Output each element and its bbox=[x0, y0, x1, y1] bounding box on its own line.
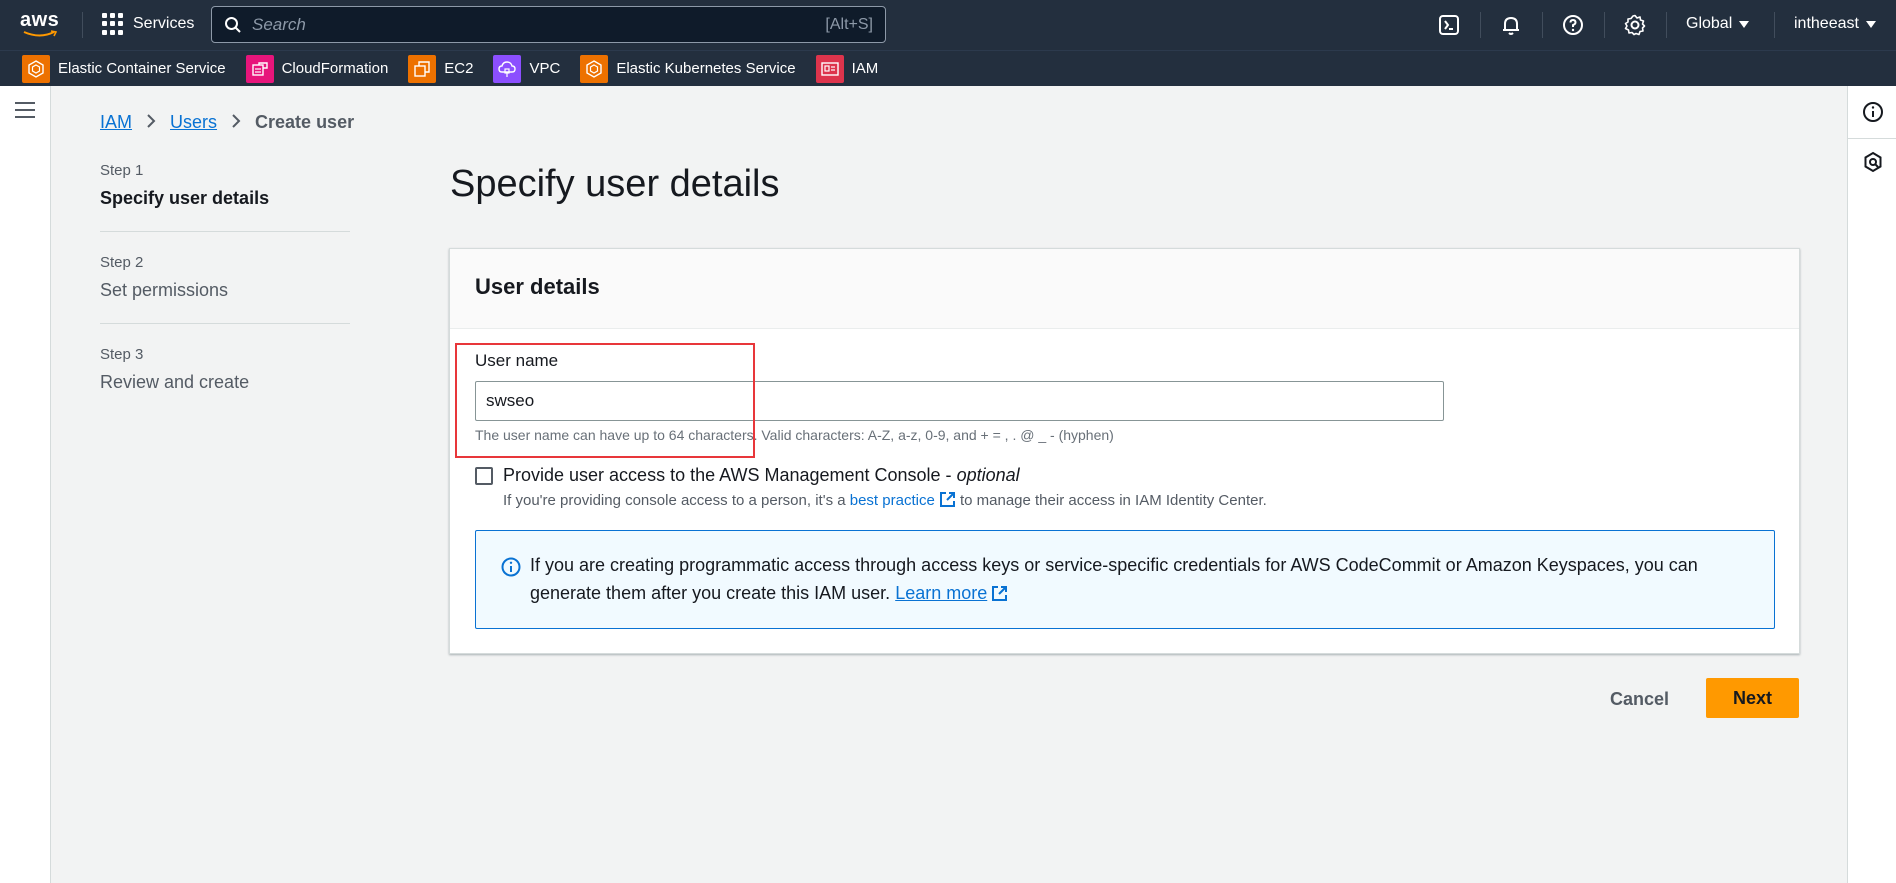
caret-down-icon bbox=[1739, 20, 1750, 28]
step-number: Step 2 bbox=[100, 254, 144, 271]
chevron-right-icon bbox=[231, 112, 241, 133]
amazon-q-icon[interactable] bbox=[1861, 150, 1885, 174]
search-shortcut: [Alt+S] bbox=[825, 15, 873, 33]
step-1: Step 1 Specify user details bbox=[100, 162, 350, 232]
eks-service-icon bbox=[580, 54, 609, 83]
console-access-description: If you're providing console access to a … bbox=[503, 492, 1267, 509]
search-icon bbox=[225, 16, 241, 33]
breadcrumb-iam-link[interactable]: IAM bbox=[100, 112, 132, 133]
favorite-label: Elastic Container Service bbox=[58, 60, 226, 77]
notifications-bell-icon[interactable] bbox=[1499, 13, 1523, 37]
iam-service-icon bbox=[815, 54, 844, 83]
services-grid-icon bbox=[102, 13, 124, 35]
right-tools-strip bbox=[1847, 86, 1896, 883]
ecs-service-icon bbox=[22, 54, 50, 83]
ec2-service-icon bbox=[408, 54, 437, 83]
step-label: Review and create bbox=[100, 372, 250, 392]
info-alert: If you are creating programmatic access … bbox=[475, 530, 1775, 629]
hamburger-menu-icon[interactable] bbox=[15, 102, 35, 118]
vpc-service-icon bbox=[493, 54, 522, 83]
breadcrumb: IAM Users Create user bbox=[100, 112, 354, 133]
left-navigation-strip bbox=[0, 86, 51, 883]
username-input[interactable] bbox=[475, 381, 1444, 421]
step-number: Step 1 bbox=[100, 162, 144, 179]
region-label: Global bbox=[1686, 15, 1733, 32]
favorite-label: EC2 bbox=[444, 60, 474, 77]
divider bbox=[1848, 138, 1896, 139]
caret-down-icon bbox=[1865, 20, 1876, 28]
aws-smile-icon bbox=[23, 30, 57, 37]
step-label: Set permissions bbox=[100, 280, 229, 300]
console-access-option: Provide user access to the AWS Managemen… bbox=[475, 465, 1267, 509]
favorite-label: CloudFormation bbox=[281, 60, 389, 77]
console-access-label: Provide user access to the AWS Managemen… bbox=[503, 465, 1020, 485]
search-bar[interactable]: Search [Alt+S] bbox=[211, 6, 886, 43]
best-practice-link[interactable]: best practice bbox=[850, 492, 956, 509]
step-number: Step 3 bbox=[100, 346, 144, 363]
region-selector[interactable]: Global bbox=[1686, 15, 1750, 33]
breadcrumb-current: Create user bbox=[255, 112, 355, 132]
optional-label: optional bbox=[956, 465, 1020, 485]
favorite-eks[interactable]: Elastic Kubernetes Service bbox=[580, 54, 796, 83]
favorite-vpc[interactable]: VPC bbox=[493, 54, 561, 83]
nav-divider bbox=[1774, 12, 1775, 38]
help-icon[interactable] bbox=[1561, 13, 1585, 37]
nav-divider bbox=[1480, 12, 1481, 38]
services-menu-button[interactable]: Services bbox=[102, 13, 194, 35]
wizard-steps: Step 1 Specify user details Step 2 Set p… bbox=[100, 162, 350, 437]
learn-more-link[interactable]: Learn more bbox=[895, 583, 1008, 603]
favorites-bar: Elastic Container Service CloudFormation… bbox=[0, 50, 1896, 86]
user-details-card: User details User name The user name can… bbox=[449, 248, 1800, 654]
info-alert-text: If you are creating programmatic access … bbox=[530, 555, 1698, 603]
breadcrumb-users-link[interactable]: Users bbox=[170, 112, 217, 133]
favorite-label: VPC bbox=[529, 60, 561, 77]
settings-gear-icon[interactable] bbox=[1623, 13, 1647, 37]
chevron-right-icon bbox=[146, 112, 156, 133]
step-label: Specify user details bbox=[100, 188, 270, 208]
favorite-label: IAM bbox=[851, 60, 879, 77]
card-header: User details bbox=[450, 249, 1799, 329]
console-access-checkbox[interactable] bbox=[475, 467, 493, 485]
aws-logo-text: aws bbox=[20, 9, 60, 31]
info-panel-icon[interactable] bbox=[1861, 100, 1885, 124]
cloudformation-service-icon bbox=[245, 54, 274, 83]
info-icon bbox=[501, 557, 521, 577]
favorite-cloudformation[interactable]: CloudFormation bbox=[245, 54, 389, 83]
aws-logo[interactable]: aws bbox=[20, 10, 64, 40]
username-hint: The user name can have up to 64 characte… bbox=[475, 427, 1114, 443]
favorite-label: Elastic Kubernetes Service bbox=[616, 60, 796, 77]
cloudshell-icon[interactable] bbox=[1437, 13, 1461, 37]
step-2: Step 2 Set permissions bbox=[100, 254, 350, 324]
external-link-icon bbox=[939, 492, 955, 507]
page-title: Specify user details bbox=[450, 163, 780, 205]
external-link-icon bbox=[992, 586, 1008, 601]
username-label: User name bbox=[475, 351, 559, 370]
account-label: intheeast bbox=[1794, 15, 1859, 32]
search-input[interactable]: Search bbox=[252, 15, 825, 35]
card-title: User details bbox=[475, 274, 600, 299]
step-3: Step 3 Review and create bbox=[100, 346, 350, 415]
favorite-ecs[interactable]: Elastic Container Service bbox=[22, 54, 226, 83]
nav-divider bbox=[1666, 12, 1667, 38]
nav-divider bbox=[1542, 12, 1543, 38]
nav-divider bbox=[82, 12, 83, 38]
services-label: Services bbox=[133, 15, 195, 32]
favorite-ec2[interactable]: EC2 bbox=[408, 54, 474, 83]
top-navigation: aws Services Search [Alt+S] Global inthe… bbox=[0, 0, 1896, 50]
account-menu[interactable]: intheeast bbox=[1794, 15, 1876, 33]
favorite-iam[interactable]: IAM bbox=[815, 54, 879, 83]
cancel-button[interactable]: Cancel bbox=[1600, 680, 1679, 718]
nav-divider bbox=[1604, 12, 1605, 38]
next-button[interactable]: Next bbox=[1706, 678, 1799, 718]
